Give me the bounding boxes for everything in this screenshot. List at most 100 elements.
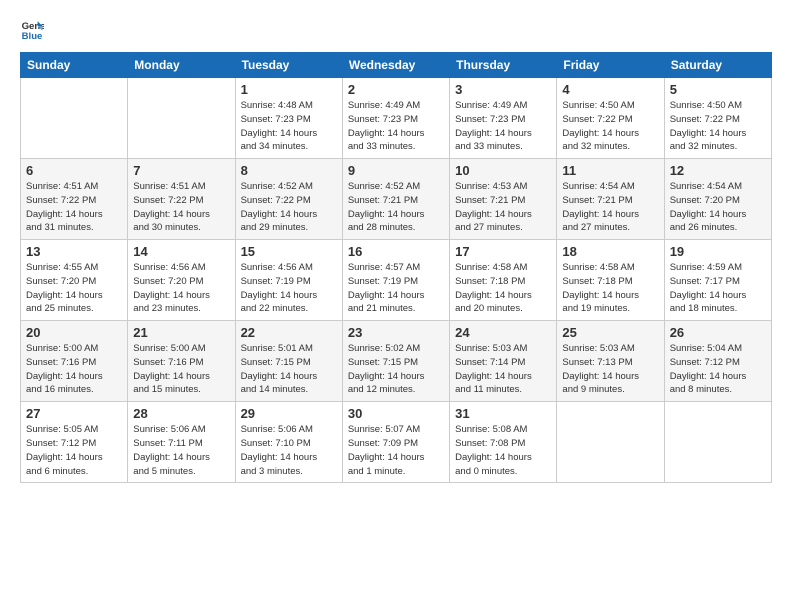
week-row-2: 6Sunrise: 4:51 AM Sunset: 7:22 PM Daylig… bbox=[21, 159, 772, 240]
calendar-cell: 5 Sunrise: 4:50 AM Sunset: 7:22 PM Daylig… bbox=[664, 78, 771, 159]
calendar-cell: 27Sunrise: 5:05 AM Sunset: 7:12 PM Dayli… bbox=[21, 402, 128, 483]
calendar-cell: 22 Sunrise: 5:01 AM Sunset: 7:15 PM Dayli… bbox=[235, 321, 342, 402]
calendar-cell: 21 Sunrise: 5:00 AM Sunset: 7:16 PM Dayli… bbox=[128, 321, 235, 402]
day-number: 8 bbox=[241, 163, 337, 178]
day-info: Sunrise: 4:48 AM Sunset: 7:23 PM Dayligh… bbox=[241, 99, 337, 154]
calendar-cell: 23Sunrise: 5:02 AM Sunset: 7:15 PM Dayli… bbox=[342, 321, 449, 402]
weekday-header-wednesday: Wednesday bbox=[342, 53, 449, 78]
day-info: Sunrise: 5:07 AM Sunset: 7:09 PM Dayligh… bbox=[348, 423, 444, 478]
page: General Blue SundayMondayTuesdayWednesda… bbox=[0, 0, 792, 612]
day-number: 11 bbox=[562, 163, 658, 178]
day-number: 7 bbox=[133, 163, 229, 178]
calendar-cell: 9 Sunrise: 4:52 AM Sunset: 7:21 PM Daylig… bbox=[342, 159, 449, 240]
day-info: Sunrise: 4:58 AM Sunset: 7:18 PM Dayligh… bbox=[455, 261, 551, 316]
day-number: 31 bbox=[455, 406, 551, 421]
day-number: 30 bbox=[348, 406, 444, 421]
calendar-cell: 19 Sunrise: 4:59 AM Sunset: 7:17 PM Dayli… bbox=[664, 240, 771, 321]
calendar-cell: 17 Sunrise: 4:58 AM Sunset: 7:18 PM Dayli… bbox=[450, 240, 557, 321]
week-row-1: 1 Sunrise: 4:48 AM Sunset: 7:23 PM Daylig… bbox=[21, 78, 772, 159]
calendar-cell bbox=[664, 402, 771, 483]
day-number: 15 bbox=[241, 244, 337, 259]
calendar-cell: 2 Sunrise: 4:49 AM Sunset: 7:23 PM Daylig… bbox=[342, 78, 449, 159]
day-info: Sunrise: 4:54 AM Sunset: 7:21 PM Dayligh… bbox=[562, 180, 658, 235]
calendar-cell: 24 Sunrise: 5:03 AM Sunset: 7:14 PM Dayli… bbox=[450, 321, 557, 402]
day-number: 29 bbox=[241, 406, 337, 421]
day-number: 14 bbox=[133, 244, 229, 259]
day-info: Sunrise: 4:49 AM Sunset: 7:23 PM Dayligh… bbox=[348, 99, 444, 154]
calendar-cell: 4 Sunrise: 4:50 AM Sunset: 7:22 PM Daylig… bbox=[557, 78, 664, 159]
calendar-cell: 29Sunrise: 5:06 AM Sunset: 7:10 PM Dayli… bbox=[235, 402, 342, 483]
calendar-cell: 20 Sunrise: 5:00 AM Sunset: 7:16 PM Dayli… bbox=[21, 321, 128, 402]
day-number: 26 bbox=[670, 325, 766, 340]
calendar-cell: 25Sunrise: 5:03 AM Sunset: 7:13 PM Dayli… bbox=[557, 321, 664, 402]
calendar-cell: 31 Sunrise: 5:08 AM Sunset: 7:08 PM Dayli… bbox=[450, 402, 557, 483]
calendar-cell: 8 Sunrise: 4:52 AM Sunset: 7:22 PM Daylig… bbox=[235, 159, 342, 240]
day-number: 3 bbox=[455, 82, 551, 97]
day-info: Sunrise: 5:04 AM Sunset: 7:12 PM Dayligh… bbox=[670, 342, 766, 397]
calendar-cell bbox=[21, 78, 128, 159]
day-number: 2 bbox=[348, 82, 444, 97]
day-info: Sunrise: 4:50 AM Sunset: 7:22 PM Dayligh… bbox=[670, 99, 766, 154]
calendar-cell: 11 Sunrise: 4:54 AM Sunset: 7:21 PM Dayli… bbox=[557, 159, 664, 240]
day-info: Sunrise: 5:03 AM Sunset: 7:14 PM Dayligh… bbox=[455, 342, 551, 397]
day-number: 13 bbox=[26, 244, 122, 259]
day-number: 24 bbox=[455, 325, 551, 340]
calendar-cell: 16 Sunrise: 4:57 AM Sunset: 7:19 PM Dayli… bbox=[342, 240, 449, 321]
day-number: 20 bbox=[26, 325, 122, 340]
day-info: Sunrise: 5:01 AM Sunset: 7:15 PM Dayligh… bbox=[241, 342, 337, 397]
day-number: 18 bbox=[562, 244, 658, 259]
day-number: 16 bbox=[348, 244, 444, 259]
day-info: Sunrise: 5:08 AM Sunset: 7:08 PM Dayligh… bbox=[455, 423, 551, 478]
day-number: 12 bbox=[670, 163, 766, 178]
calendar-cell: 28Sunrise: 5:06 AM Sunset: 7:11 PM Dayli… bbox=[128, 402, 235, 483]
weekday-header-row: SundayMondayTuesdayWednesdayThursdayFrid… bbox=[21, 53, 772, 78]
day-info: Sunrise: 4:56 AM Sunset: 7:20 PM Dayligh… bbox=[133, 261, 229, 316]
day-info: Sunrise: 4:59 AM Sunset: 7:17 PM Dayligh… bbox=[670, 261, 766, 316]
day-info: Sunrise: 4:52 AM Sunset: 7:22 PM Dayligh… bbox=[241, 180, 337, 235]
day-number: 22 bbox=[241, 325, 337, 340]
logo-icon: General Blue bbox=[20, 18, 44, 42]
calendar-cell: 26 Sunrise: 5:04 AM Sunset: 7:12 PM Dayli… bbox=[664, 321, 771, 402]
day-number: 9 bbox=[348, 163, 444, 178]
day-info: Sunrise: 4:57 AM Sunset: 7:19 PM Dayligh… bbox=[348, 261, 444, 316]
day-number: 19 bbox=[670, 244, 766, 259]
day-info: Sunrise: 4:53 AM Sunset: 7:21 PM Dayligh… bbox=[455, 180, 551, 235]
day-info: Sunrise: 4:52 AM Sunset: 7:21 PM Dayligh… bbox=[348, 180, 444, 235]
day-number: 1 bbox=[241, 82, 337, 97]
day-number: 6 bbox=[26, 163, 122, 178]
day-info: Sunrise: 4:49 AM Sunset: 7:23 PM Dayligh… bbox=[455, 99, 551, 154]
calendar-cell: 3 Sunrise: 4:49 AM Sunset: 7:23 PM Daylig… bbox=[450, 78, 557, 159]
calendar-cell bbox=[557, 402, 664, 483]
day-info: Sunrise: 4:50 AM Sunset: 7:22 PM Dayligh… bbox=[562, 99, 658, 154]
logo: General Blue bbox=[20, 18, 44, 42]
day-number: 23 bbox=[348, 325, 444, 340]
calendar-cell: 15 Sunrise: 4:56 AM Sunset: 7:19 PM Dayli… bbox=[235, 240, 342, 321]
weekday-header-monday: Monday bbox=[128, 53, 235, 78]
day-info: Sunrise: 5:00 AM Sunset: 7:16 PM Dayligh… bbox=[133, 342, 229, 397]
day-info: Sunrise: 4:58 AM Sunset: 7:18 PM Dayligh… bbox=[562, 261, 658, 316]
day-info: Sunrise: 5:05 AM Sunset: 7:12 PM Dayligh… bbox=[26, 423, 122, 478]
weekday-header-thursday: Thursday bbox=[450, 53, 557, 78]
day-number: 4 bbox=[562, 82, 658, 97]
day-number: 25 bbox=[562, 325, 658, 340]
week-row-3: 13 Sunrise: 4:55 AM Sunset: 7:20 PM Dayli… bbox=[21, 240, 772, 321]
day-number: 21 bbox=[133, 325, 229, 340]
svg-text:Blue: Blue bbox=[22, 31, 43, 42]
calendar-cell: 30 Sunrise: 5:07 AM Sunset: 7:09 PM Dayli… bbox=[342, 402, 449, 483]
day-number: 5 bbox=[670, 82, 766, 97]
calendar-cell: 10Sunrise: 4:53 AM Sunset: 7:21 PM Dayli… bbox=[450, 159, 557, 240]
day-info: Sunrise: 5:00 AM Sunset: 7:16 PM Dayligh… bbox=[26, 342, 122, 397]
calendar-cell: 12 Sunrise: 4:54 AM Sunset: 7:20 PM Dayli… bbox=[664, 159, 771, 240]
calendar-cell: 14 Sunrise: 4:56 AM Sunset: 7:20 PM Dayli… bbox=[128, 240, 235, 321]
calendar-cell: 6Sunrise: 4:51 AM Sunset: 7:22 PM Daylig… bbox=[21, 159, 128, 240]
week-row-5: 27Sunrise: 5:05 AM Sunset: 7:12 PM Dayli… bbox=[21, 402, 772, 483]
day-info: Sunrise: 4:54 AM Sunset: 7:20 PM Dayligh… bbox=[670, 180, 766, 235]
day-number: 17 bbox=[455, 244, 551, 259]
day-info: Sunrise: 5:06 AM Sunset: 7:11 PM Dayligh… bbox=[133, 423, 229, 478]
day-info: Sunrise: 4:55 AM Sunset: 7:20 PM Dayligh… bbox=[26, 261, 122, 316]
header: General Blue bbox=[20, 18, 772, 42]
day-info: Sunrise: 4:56 AM Sunset: 7:19 PM Dayligh… bbox=[241, 261, 337, 316]
calendar-cell bbox=[128, 78, 235, 159]
calendar-cell: 13 Sunrise: 4:55 AM Sunset: 7:20 PM Dayli… bbox=[21, 240, 128, 321]
weekday-header-saturday: Saturday bbox=[664, 53, 771, 78]
